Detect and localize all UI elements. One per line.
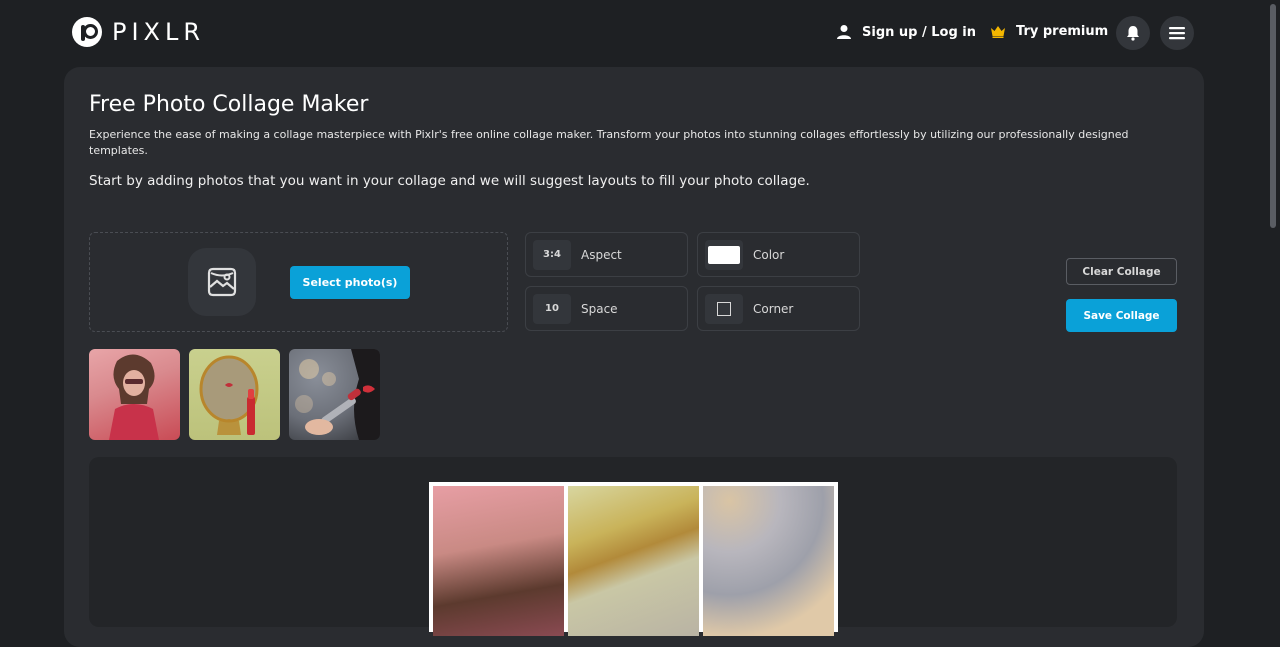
woman-sunglasses-photo bbox=[109, 354, 159, 440]
user-icon bbox=[837, 25, 851, 39]
corner-option[interactable]: Corner bbox=[697, 286, 860, 331]
signup-login-link[interactable]: Sign up / Log in bbox=[836, 24, 976, 40]
page-title: Free Photo Collage Maker bbox=[89, 92, 369, 117]
image-icon-tile bbox=[188, 248, 256, 316]
top-bar: PIXLR Sign up / Log in Try premium bbox=[0, 0, 1280, 66]
corner-label: Corner bbox=[753, 301, 794, 316]
lipstick-bokeh-photo bbox=[295, 349, 380, 440]
mirror-lipstick-photo bbox=[199, 355, 259, 435]
square-corner-icon bbox=[717, 301, 731, 316]
try-premium-label: Try premium bbox=[1016, 24, 1109, 39]
image-icon bbox=[207, 267, 237, 297]
color-option[interactable]: Color bbox=[697, 232, 860, 277]
photo-dropzone[interactable]: Select photo(s) bbox=[89, 232, 508, 332]
aspect-value: 3:4 bbox=[533, 239, 571, 270]
pixlr-logo-mark bbox=[72, 17, 102, 47]
collage-cell[interactable] bbox=[433, 486, 564, 636]
color-swatch bbox=[708, 245, 740, 264]
signup-login-label: Sign up / Log in bbox=[862, 24, 977, 40]
color-label: Color bbox=[753, 247, 785, 262]
space-option[interactable]: 10 Space bbox=[525, 286, 688, 331]
color-swatch-tile bbox=[705, 239, 743, 270]
aspect-option[interactable]: 3:4 Aspect bbox=[525, 232, 688, 277]
photo-thumbnail[interactable] bbox=[89, 349, 180, 440]
aspect-label: Aspect bbox=[581, 247, 622, 262]
bell-icon bbox=[1127, 26, 1139, 41]
space-value: 10 bbox=[533, 293, 571, 324]
page-scrollbar-thumb[interactable] bbox=[1270, 4, 1276, 228]
try-premium-link[interactable]: Try premium bbox=[990, 24, 1108, 39]
lead-text: Start by adding photos that you want in … bbox=[89, 173, 810, 189]
brand-name: PIXLR bbox=[112, 18, 206, 46]
save-collage-button[interactable]: Save Collage bbox=[1066, 299, 1177, 332]
select-photos-button[interactable]: Select photo(s) bbox=[290, 266, 410, 299]
hamburger-menu-icon bbox=[1169, 27, 1185, 40]
notifications-button[interactable] bbox=[1116, 16, 1150, 50]
intro-text: Experience the ease of making a collage … bbox=[89, 128, 1129, 157]
collage-canvas[interactable] bbox=[429, 482, 838, 636]
collage-cell[interactable] bbox=[568, 486, 699, 636]
photo-thumbnail[interactable] bbox=[189, 349, 280, 440]
pixlr-logo[interactable]: PIXLR bbox=[72, 17, 205, 47]
corner-icon-tile bbox=[705, 293, 743, 324]
crown-icon bbox=[991, 26, 1005, 38]
collage-cell[interactable] bbox=[703, 486, 834, 636]
clear-collage-button[interactable]: Clear Collage bbox=[1066, 258, 1177, 285]
menu-button[interactable] bbox=[1160, 16, 1194, 50]
space-label: Space bbox=[581, 301, 618, 316]
photo-thumbnail[interactable] bbox=[289, 349, 380, 440]
